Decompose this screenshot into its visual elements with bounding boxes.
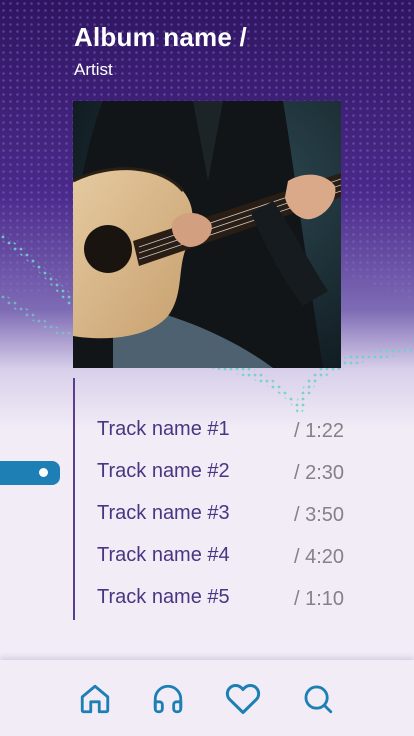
track-duration: / 1:10 bbox=[294, 588, 345, 610]
nav-music-button[interactable] bbox=[149, 680, 187, 718]
track-row-2[interactable]: Track name #2 / 2:30 bbox=[97, 454, 367, 496]
nav-favorites-button[interactable] bbox=[224, 680, 262, 718]
player-screen: Album name / Artist Track name #1 / 1:22… bbox=[0, 0, 414, 736]
track-row-4[interactable]: Track name #4 / 4:20 bbox=[97, 538, 367, 580]
track-row-5[interactable]: Track name #5 / 1:10 bbox=[97, 580, 367, 622]
track-duration: / 2:30 bbox=[294, 462, 345, 484]
track-duration: / 3:50 bbox=[294, 504, 345, 526]
track-row-3[interactable]: Track name #3 / 3:50 bbox=[97, 496, 367, 538]
search-icon bbox=[304, 685, 333, 714]
track-name: Track name #2 bbox=[97, 460, 230, 482]
track-name: Track name #3 bbox=[97, 502, 230, 524]
album-title: Album name / bbox=[74, 22, 247, 52]
home-icon bbox=[80, 684, 110, 714]
nav-search-button[interactable] bbox=[299, 680, 337, 718]
track-list: Track name #1 / 1:22 Track name #2 / 2:3… bbox=[97, 412, 367, 622]
track-row-1[interactable]: Track name #1 / 1:22 bbox=[97, 412, 367, 454]
nav-home-button[interactable] bbox=[76, 680, 114, 718]
track-name: Track name #1 bbox=[97, 418, 230, 440]
artist-name: Artist bbox=[74, 60, 113, 79]
bottom-navigation bbox=[0, 660, 414, 736]
track-duration: / 1:22 bbox=[294, 420, 345, 442]
track-duration: / 4:20 bbox=[294, 546, 345, 568]
heart-icon bbox=[225, 683, 261, 714]
side-pull-tab[interactable] bbox=[0, 461, 60, 485]
album-cover bbox=[73, 101, 341, 368]
track-timeline-line bbox=[73, 378, 75, 620]
side-tab-indicator bbox=[39, 468, 48, 477]
track-name: Track name #4 bbox=[97, 544, 230, 566]
headphones-icon bbox=[153, 684, 183, 714]
track-name: Track name #5 bbox=[97, 586, 230, 608]
